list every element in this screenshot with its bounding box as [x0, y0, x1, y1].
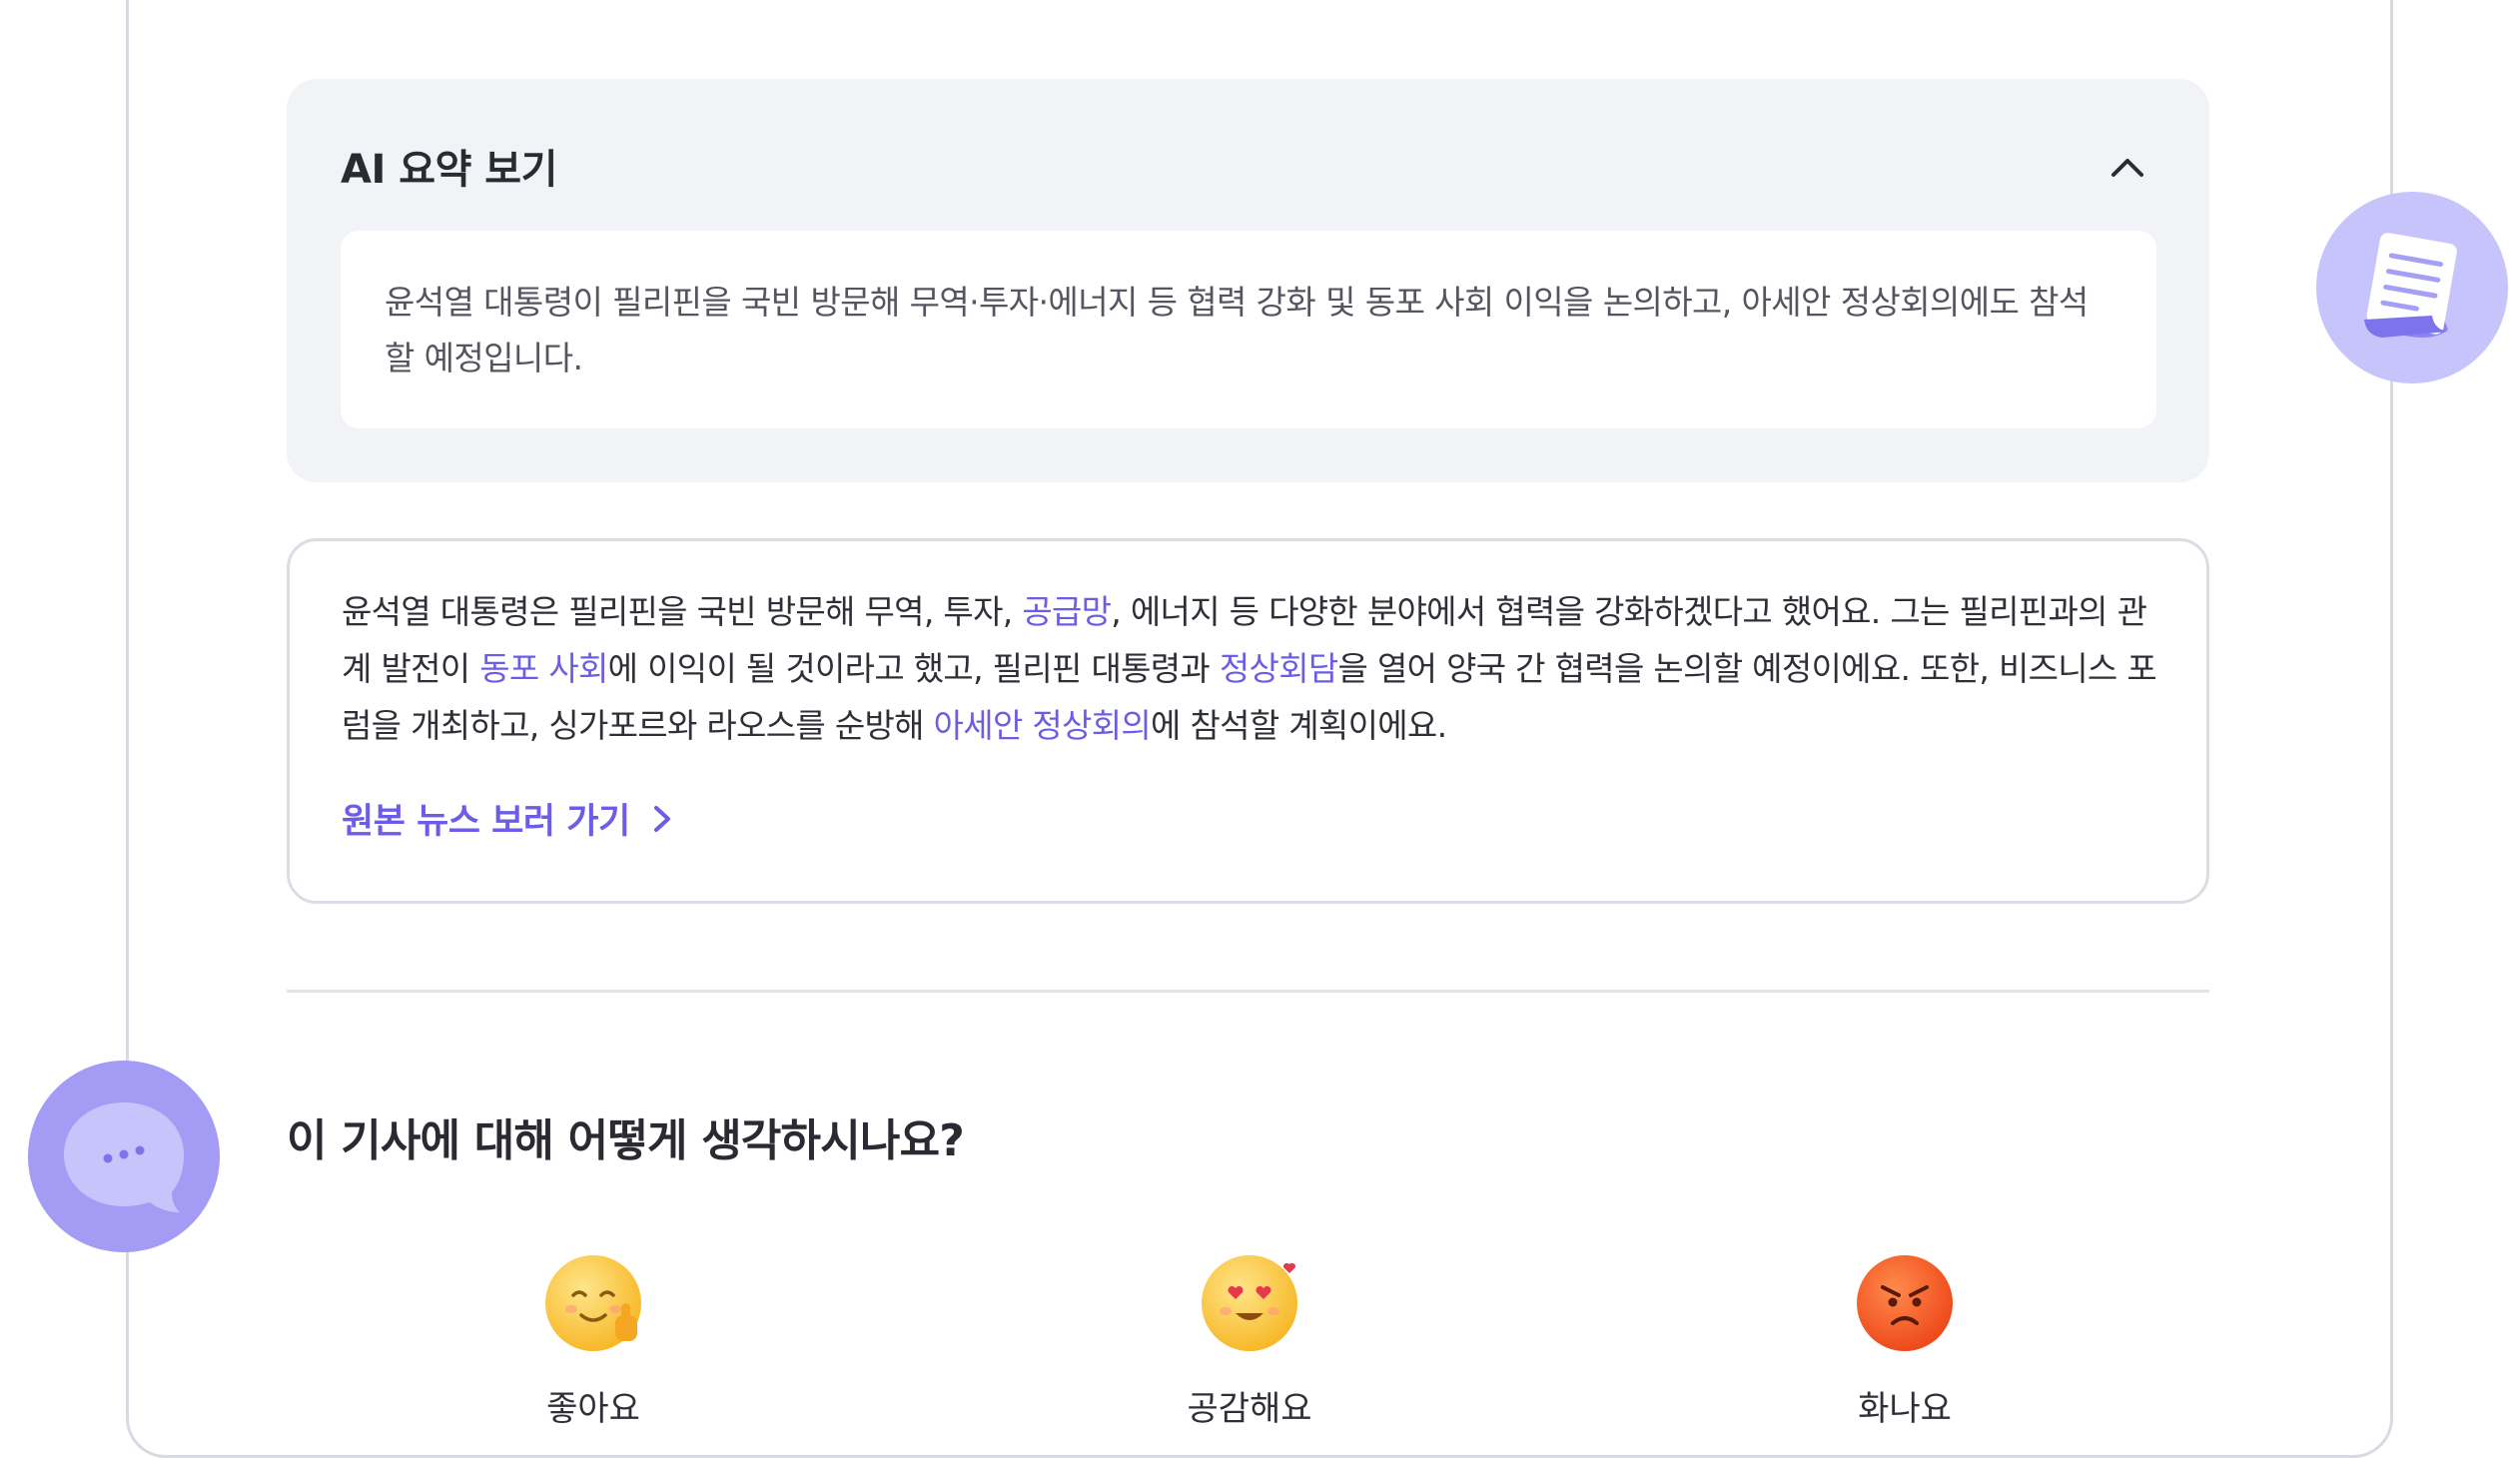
- chevron-up-icon: [2111, 159, 2143, 177]
- reaction-angry-button[interactable]: 화나요: [1785, 1253, 2025, 1430]
- angry-face-icon: [1857, 1255, 1953, 1351]
- article-body: 윤석열 대통령은 필리핀을 국빈 방문해 무역, 투자, 공급망, 에너지 등 …: [342, 583, 2159, 754]
- article-text-segment: 에 참석할 계획이에요.: [1151, 706, 1447, 745]
- chat-bubble-decoration: [28, 1061, 220, 1252]
- reaction-like-button[interactable]: 좋아요: [473, 1253, 713, 1430]
- keyword-link[interactable]: 동포 사회: [479, 649, 608, 688]
- document-icon: [2364, 233, 2457, 338]
- feedback-question: 이 기사에 대해 어떻게 생각하시나요?: [287, 1115, 965, 1166]
- ai-summary-text: 윤석열 대통령이 필리핀을 국빈 방문해 무역·투자·에너지 등 협력 강화 및…: [385, 283, 2089, 377]
- ai-summary-panel: AI 요약 보기 윤석열 대통령이 필리핀을 국빈 방문해 무역·투자·에너지 …: [287, 79, 2209, 482]
- article-summary-card: 윤석열 대통령은 필리핀을 국빈 방문해 무역, 투자, 공급망, 에너지 등 …: [287, 538, 2209, 904]
- article-text-segment: 에 이익이 될 것이라고 했고, 필리핀 대통령과: [607, 649, 1220, 688]
- keyword-link[interactable]: 정상회담: [1220, 649, 1338, 688]
- chevron-right-icon: [653, 805, 670, 832]
- source-news-link-label: 원본 뉴스 보러 가기: [342, 802, 630, 842]
- heart-eyes-icon: [1202, 1255, 1297, 1351]
- smile-thumbs-up-icon: [545, 1255, 641, 1351]
- chat-icon: [64, 1102, 184, 1212]
- source-news-link[interactable]: 원본 뉴스 보러 가기: [342, 793, 674, 844]
- ai-summary-content: 윤석열 대통령이 필리핀을 국빈 방문해 무역·투자·에너지 등 협력 강화 및…: [341, 231, 2156, 428]
- section-divider: [287, 990, 2209, 993]
- document-bubble-decoration: [2316, 192, 2508, 383]
- keyword-link[interactable]: 공급망: [1022, 592, 1112, 631]
- article-text-segment: 윤석열 대통령은 필리핀을 국빈 방문해 무역, 투자,: [342, 592, 1023, 631]
- collapse-button[interactable]: [2105, 145, 2149, 189]
- keyword-link[interactable]: 아세안 정상회의: [934, 706, 1152, 745]
- ai-summary-title: AI 요약 보기: [341, 147, 557, 193]
- reaction-empathize-button[interactable]: 공감해요: [1130, 1253, 1369, 1430]
